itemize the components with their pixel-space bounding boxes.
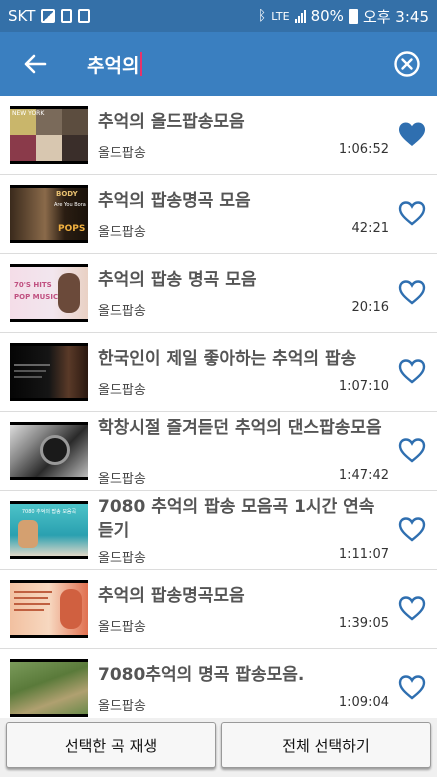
song-title: 학창시절 즐겨듣던 추억의 댄스팝송모음 <box>98 418 382 438</box>
battery-percent: 80% <box>310 7 344 25</box>
thumb-caption: POPS <box>58 224 86 234</box>
song-title: 7080추억의 명곡 팝송모음. <box>98 665 305 685</box>
thumbnail <box>10 343 88 401</box>
thumb-caption: NEW YORK <box>12 110 45 117</box>
thumb-caption: Are You Bora <box>54 202 86 208</box>
search-query: 추억의 <box>87 54 140 77</box>
song-channel: 올드팝송 <box>98 225 146 240</box>
heart-outline-icon[interactable] <box>397 515 427 543</box>
clock: 오후 3:45 <box>362 7 429 26</box>
heart-outline-icon[interactable] <box>397 673 427 701</box>
back-button[interactable] <box>0 32 70 96</box>
list-item[interactable]: BODY Are You Bora POPS 추억의 팝송명곡 모음 올드팝송 … <box>0 175 437 254</box>
thumb-caption: 70'S HITS <box>14 281 52 289</box>
song-channel: 올드팝송 <box>98 472 146 487</box>
battery-icon <box>348 8 358 24</box>
document-icon <box>61 9 73 23</box>
list-item[interactable]: 한국인이 제일 좋아하는 추억의 팝송 올드팝송 1:07:10 <box>0 333 437 412</box>
song-duration: 42:21 <box>351 221 389 236</box>
alarm-icon <box>78 9 91 23</box>
thumb-caption: 7080 추억의 팝송 모음곡 <box>21 509 77 515</box>
song-channel: 올드팝송 <box>98 699 146 714</box>
heart-outline-icon[interactable] <box>397 594 427 622</box>
song-title: 추억의 팝송 명곡 모음 <box>98 270 257 290</box>
song-duration: 1:11:07 <box>338 547 389 562</box>
list-item[interactable]: 추억의 팝송명곡모음 올드팝송 1:39:05 <box>0 570 437 649</box>
heart-outline-icon[interactable] <box>397 278 427 306</box>
song-duration: 20:16 <box>351 300 389 315</box>
list-item[interactable]: 70'S HITS POP MUSIC 추억의 팝송 명곡 모음 올드팝송 20… <box>0 254 437 333</box>
song-duration: 1:06:52 <box>338 142 389 157</box>
song-channel: 올드팝송 <box>98 304 146 319</box>
thumbnail <box>10 580 88 638</box>
clear-search-button[interactable] <box>377 32 437 96</box>
song-title: 한국인이 제일 좋아하는 추억의 팝송 <box>98 349 357 369</box>
song-title: 추억의 팝송명곡 모음 <box>98 191 251 211</box>
carrier-label: SKT <box>8 7 36 25</box>
song-channel: 올드팝송 <box>98 620 146 635</box>
heart-outline-icon[interactable] <box>397 357 427 385</box>
thumbnail <box>10 659 88 717</box>
photo-icon <box>41 9 56 23</box>
list-item[interactable]: 7080추억의 명곡 팝송모음. 올드팝송 1:09:04 <box>0 649 437 720</box>
song-duration: 1:09:04 <box>338 695 389 710</box>
thumbnail: 7080 추억의 팝송 모음곡 <box>10 501 88 559</box>
play-selected-button[interactable]: 선택한 곡 재생 <box>6 722 216 768</box>
bluetooth-icon: ᛒ <box>257 8 267 24</box>
select-all-button[interactable]: 전체 선택하기 <box>221 722 431 768</box>
thumbnail <box>10 422 88 480</box>
song-title: 추억의 팝송명곡모음 <box>98 586 245 606</box>
thumbnail: 70'S HITS POP MUSIC <box>10 264 88 322</box>
thumb-caption: BODY <box>56 190 78 198</box>
close-circle-icon <box>394 51 420 77</box>
list-item[interactable]: NEW YORK 추억의 올드팝송모음 올드팝송 1:06:52 <box>0 96 437 175</box>
song-title: 추억의 올드팝송모음 <box>98 112 245 132</box>
bottom-action-bar: 선택한 곡 재생 전체 선택하기 <box>0 718 437 777</box>
song-list[interactable]: NEW YORK 추억의 올드팝송모음 올드팝송 1:06:52 BODY Ar… <box>0 96 437 720</box>
search-input[interactable]: 추억의 <box>87 51 143 78</box>
song-duration: 1:07:10 <box>338 379 389 394</box>
heart-outline-icon[interactable] <box>397 436 427 464</box>
song-duration: 1:39:05 <box>338 616 389 631</box>
status-bar: SKT ᛒ LTE 80% 오후 3:45 <box>0 0 437 32</box>
network-label: LTE <box>271 9 290 23</box>
thumb-caption: POP MUSIC <box>14 293 59 301</box>
song-duration: 1:47:42 <box>338 468 389 483</box>
thumbnail: BODY Are You Bora POPS <box>10 185 88 243</box>
thumbnail: NEW YORK <box>10 106 88 164</box>
heart-outline-icon[interactable] <box>397 199 427 227</box>
song-title: 7080 추억의 팝송 모음곡 1시간 연속듣기 <box>98 497 375 541</box>
song-channel: 올드팝송 <box>98 551 146 566</box>
list-item[interactable]: 7080 추억의 팝송 모음곡 7080 추억의 팝송 모음곡 1시간 연속듣기… <box>0 491 437 570</box>
search-header: 추억의 <box>0 32 437 96</box>
song-channel: 올드팝송 <box>98 383 146 398</box>
arrow-left-icon <box>24 54 47 74</box>
list-item[interactable]: 학창시절 즐겨듣던 추억의 댄스팝송모음 올드팝송 1:47:42 <box>0 412 437 491</box>
signal-icon <box>294 9 306 23</box>
song-channel: 올드팝송 <box>98 146 146 161</box>
text-cursor <box>140 52 143 76</box>
heart-filled-icon[interactable] <box>397 120 427 148</box>
